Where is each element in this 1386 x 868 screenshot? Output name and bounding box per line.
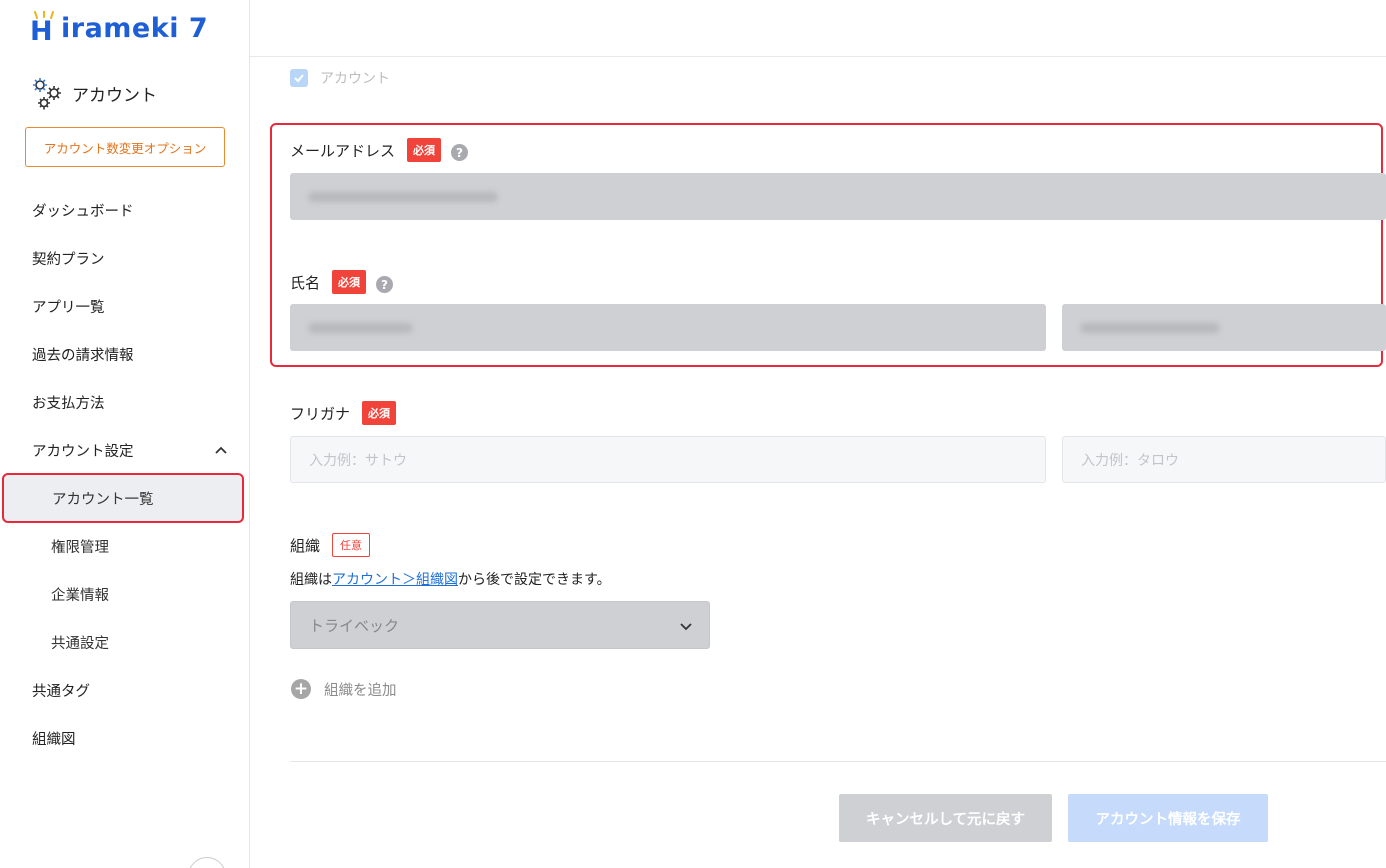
check-icon xyxy=(294,74,304,83)
email-label-row: メールアドレス 必須 ? xyxy=(290,138,469,162)
section-title: アカウント xyxy=(72,85,157,106)
sidebar-item-label: ダッシュボード xyxy=(32,203,134,220)
sidebar-item-billing-history[interactable]: 過去の請求情報 xyxy=(0,330,250,378)
sidebar-item-label: 共通設定 xyxy=(51,635,109,652)
sidebar-item-dashboard[interactable]: ダッシュボード xyxy=(0,186,250,234)
required-badge: 必須 xyxy=(332,270,367,294)
required-badge: 必須 xyxy=(362,401,397,425)
furigana-label-row: フリガナ 必須 xyxy=(290,401,397,425)
account-checkbox-row[interactable]: アカウント xyxy=(290,67,390,89)
account-checkbox[interactable] xyxy=(290,69,308,87)
sidebar-item-label: アカウント設定 xyxy=(32,443,134,460)
email-field[interactable] xyxy=(290,173,1386,220)
chevron-down-icon xyxy=(680,623,692,631)
sidebar-item-label: 契約プラン xyxy=(32,251,105,268)
sidebar-item-permissions[interactable]: 権限管理 xyxy=(0,522,250,570)
sidebar-item-label: お支払方法 xyxy=(32,395,105,412)
sidebar-item-plan[interactable]: 契約プラン xyxy=(0,234,250,282)
sidebar-item-label: 組織図 xyxy=(32,731,76,748)
organization-note-suffix: から後で設定できます。 xyxy=(458,572,611,588)
sidebar-item-label: アカウント一覧 xyxy=(52,491,154,508)
organization-label-row: 組織 任意 xyxy=(290,533,371,557)
help-icon[interactable]: ? xyxy=(376,276,394,293)
top-bar xyxy=(250,0,1386,57)
furigana-first-input[interactable]: 入力例：タロウ xyxy=(1062,436,1386,483)
account-count-option-button[interactable]: アカウント数変更オプション xyxy=(25,127,225,167)
organization-selected-value: トライベック xyxy=(309,616,400,635)
organization-select[interactable]: トライベック xyxy=(290,601,710,649)
plus-circle-icon: + xyxy=(291,679,311,699)
sidebar-item-label: 過去の請求情報 xyxy=(32,347,134,364)
name-label-row: 氏名 必須 ? xyxy=(290,270,394,294)
help-icon[interactable]: ? xyxy=(451,144,469,161)
furigana-last-input[interactable]: 入力例：サトウ xyxy=(290,436,1046,483)
add-organization-label: 組織を追加 xyxy=(324,682,397,699)
first-name-value-redacted xyxy=(1080,322,1220,333)
save-button[interactable]: アカウント情報を保存 xyxy=(1068,794,1268,842)
email-label: メールアドレス xyxy=(290,141,396,160)
required-badge: 必須 xyxy=(407,138,442,162)
sidebar-item-apps[interactable]: アプリ一覧 xyxy=(0,282,250,330)
sidebar-collapse-button[interactable] xyxy=(188,857,226,868)
account-checkbox-label: アカウント xyxy=(320,71,390,87)
logo-text: irameki 7 xyxy=(61,12,209,44)
gears-icon xyxy=(33,78,61,110)
logo-mark-icon: H xyxy=(30,11,60,47)
sidebar-item-label: 企業情報 xyxy=(51,587,109,604)
cancel-button[interactable]: キャンセルして元に戻す xyxy=(839,794,1052,842)
logo[interactable]: H irameki 7 xyxy=(30,10,208,46)
sidebar-item-payment[interactable]: お支払方法 xyxy=(0,378,250,426)
name-label: 氏名 xyxy=(290,273,321,292)
email-value-redacted xyxy=(308,191,498,202)
sidebar-item-common-tags[interactable]: 共通タグ xyxy=(0,666,250,714)
sidebar-item-label: アプリ一覧 xyxy=(32,299,105,316)
section-header: アカウント xyxy=(30,76,157,110)
sidebar-item-org-chart[interactable]: 組織図 xyxy=(0,714,250,762)
add-organization-button[interactable]: + 組織を追加 xyxy=(291,678,397,700)
optional-badge: 任意 xyxy=(332,533,371,557)
sidebar-item-label: 権限管理 xyxy=(51,539,109,556)
furigana-label: フリガナ xyxy=(290,404,351,423)
organization-label: 組織 xyxy=(290,536,321,555)
logo-initial: H xyxy=(30,16,53,47)
sidebar-item-label: 共通タグ xyxy=(32,683,90,700)
sidebar-item-account-list[interactable]: アカウント一覧 xyxy=(2,473,244,523)
sidebar: H irameki 7 アカウント アカウント数変更オプション ダッシュボード … xyxy=(0,0,250,868)
last-name-value-redacted xyxy=(308,322,413,333)
organization-note: 組織は アカウント＞組織図 から後で設定できます。 xyxy=(290,569,611,589)
sidebar-item-account-settings[interactable]: アカウント設定 xyxy=(0,426,250,474)
org-chart-link[interactable]: アカウント＞組織図 xyxy=(332,569,458,589)
first-name-field[interactable] xyxy=(1062,304,1386,351)
last-name-field[interactable] xyxy=(290,304,1046,351)
organization-note-prefix: 組織は xyxy=(290,572,332,588)
chevron-up-icon xyxy=(215,446,227,454)
sidebar-item-common-settings[interactable]: 共通設定 xyxy=(0,618,250,666)
divider xyxy=(290,761,1386,762)
sidebar-item-company-info[interactable]: 企業情報 xyxy=(0,570,250,618)
